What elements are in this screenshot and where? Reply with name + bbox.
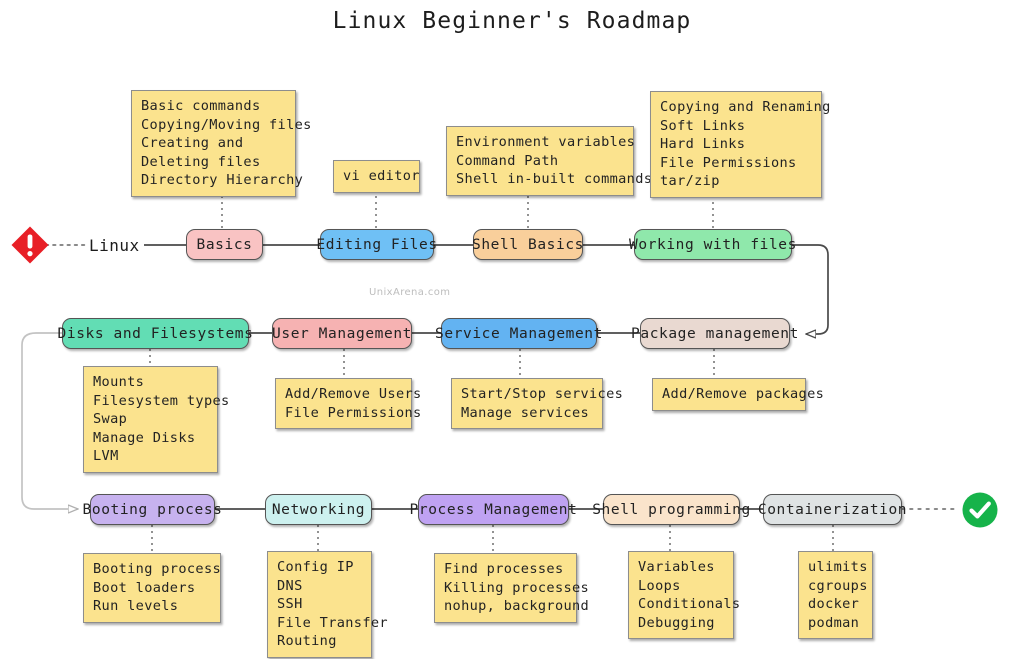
node-label: Shell programming xyxy=(592,501,751,518)
note-basics: Basic commands Copying/Moving files Crea… xyxy=(131,90,311,197)
node-disks-and-filesystems[interactable]: Disks and Filesystems xyxy=(58,318,253,349)
note-containerization: ulimits cgroups docker podman xyxy=(798,551,873,640)
node-label: Service Management xyxy=(435,325,603,342)
node-user-management[interactable]: User Management xyxy=(272,318,412,349)
note-user-management: Add/Remove Users File Permissions xyxy=(275,378,421,430)
edge-row2-to-row3-wrap xyxy=(21,332,78,509)
node-label: Networking xyxy=(271,501,366,518)
node-label: Process Management xyxy=(409,501,578,518)
note-process-management: Find processes Killing processes nohup, … xyxy=(434,553,589,623)
note-service-management: Start/Stop services Manage services xyxy=(451,378,623,430)
node-label: Basics xyxy=(196,236,253,253)
node-label: User Management xyxy=(272,325,412,342)
check-circle-icon xyxy=(961,491,999,529)
alert-diamond-icon xyxy=(10,225,50,265)
node-shell-basics[interactable]: Shell Basics xyxy=(472,229,584,260)
watermark: UnixArena.com xyxy=(369,287,451,298)
note-package-management: Add/Remove packages xyxy=(652,378,824,411)
node-label: Editing Files xyxy=(316,236,438,253)
root-label: Linux xyxy=(89,236,140,255)
note-disks-and-filesystems: Mounts Filesystem types Swap Manage Disk… xyxy=(83,366,229,473)
node-label: Shell Basics xyxy=(472,236,584,253)
note-shell-basics: Environment variables Command Path Shell… xyxy=(446,126,652,196)
node-shell-programming[interactable]: Shell programming xyxy=(592,494,750,525)
node-service-management[interactable]: Service Management xyxy=(435,318,602,349)
node-label: Package management xyxy=(631,325,799,342)
page-title: Linux Beginner's Roadmap xyxy=(332,8,692,34)
roadmap-canvas: Linux Beginner's Roadmap Linux UnixArena… xyxy=(0,0,1024,659)
note-shell-programming: Variables Loops Conditionals Debugging xyxy=(628,551,740,640)
node-package-management[interactable]: Package management xyxy=(631,318,798,349)
node-containerization[interactable]: Containerization xyxy=(758,494,907,525)
node-label: Booting process xyxy=(82,501,223,518)
node-working-with-files[interactable]: Working with files xyxy=(629,229,796,260)
node-basics[interactable]: Basics xyxy=(186,229,263,260)
note-editing-files: vi editor xyxy=(333,160,420,193)
node-networking[interactable]: Networking xyxy=(265,494,372,525)
note-booting-process: Booting process Boot loaders Run levels xyxy=(83,553,221,623)
node-booting-process[interactable]: Booting process xyxy=(83,494,222,525)
node-process-management[interactable]: Process Management xyxy=(410,494,577,525)
node-label: Disks and Filesystems xyxy=(57,325,254,342)
edge-row1-to-row2-wrap xyxy=(792,244,829,334)
node-editing-files[interactable]: Editing Files xyxy=(316,229,437,260)
node-label: Working with files xyxy=(629,236,797,253)
note-working-with-files: Copying and Renaming Soft Links Hard Lin… xyxy=(650,91,830,198)
node-label: Containerization xyxy=(757,501,908,518)
note-networking: Config IP DNS SSH File Transfer Routing xyxy=(267,551,388,658)
